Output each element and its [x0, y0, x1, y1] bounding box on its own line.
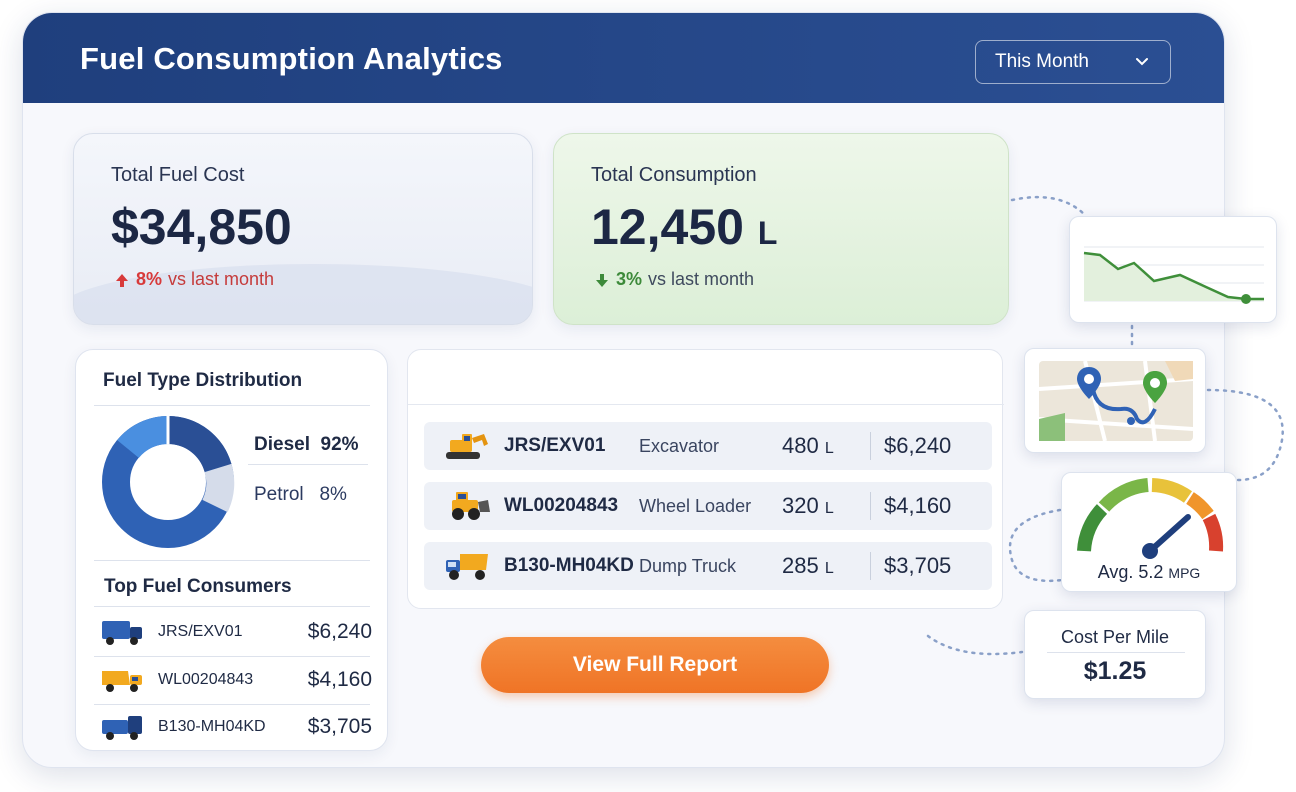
kpi-delta-pct: 8%	[136, 269, 163, 289]
distribution-title: Fuel Type Distribution	[103, 370, 303, 391]
legend-diesel: Diesel 92%	[254, 434, 359, 456]
kpi-delta-text: vs last month	[168, 269, 275, 289]
period-select-value: This Month	[995, 51, 1089, 72]
truck-icon	[102, 716, 142, 740]
trend-line-icon	[1083, 246, 1264, 304]
equipment-qty-unit: L	[824, 560, 834, 577]
equipment-code: WL00204843	[504, 495, 619, 516]
divider	[1047, 652, 1185, 653]
equipment-row[interactable]: JRS/EXV01 Excavator 480 L $6,240	[424, 422, 992, 470]
period-select[interactable]: This Month	[975, 40, 1171, 84]
fuel-type-distribution-card: Fuel Type Distribution Diesel 92% Petrol…	[75, 349, 388, 751]
trend-widget[interactable]	[1069, 216, 1277, 323]
mpg-gauge-widget[interactable]: Avg. 5.2 MPG	[1061, 472, 1237, 592]
consumer-name: JRS/EXV01	[158, 623, 243, 640]
equipment-code: B130-MH04KD	[504, 555, 634, 576]
equipment-qty: 480 L	[782, 433, 834, 459]
page-title: Fuel Consumption Analytics	[80, 41, 503, 76]
total-fuel-cost-card: Total Fuel Cost $34,850 8% vs last month	[73, 133, 533, 325]
gauge-icon	[1077, 478, 1224, 559]
gauge-value: Avg. 5.2	[1097, 562, 1164, 582]
map-route-icon	[1038, 360, 1194, 442]
arrow-up-icon	[116, 273, 128, 287]
divider	[408, 404, 1004, 405]
equipment-cost: $4,160	[884, 493, 952, 518]
kpi-delta: 3% vs last month	[594, 269, 754, 290]
divider	[94, 704, 370, 705]
divider	[870, 492, 871, 520]
equipment-cost: $6,240	[884, 433, 952, 458]
total-consumption-card: Total Consumption 12,450 L 3% vs last mo…	[553, 133, 1009, 325]
divider	[94, 656, 370, 657]
donut-chart	[102, 416, 235, 548]
truck-icon	[102, 621, 142, 645]
equipment-qty-unit: L	[824, 500, 834, 517]
kpi-value-number: 12,450	[591, 199, 744, 255]
equipment-row[interactable]: WL00204843 Wheel Loader 320 L $4,160	[424, 482, 992, 530]
cpm-title: Cost Per Mile	[1060, 627, 1170, 647]
gauge-label: Avg. 5.2 MPG	[1062, 562, 1236, 583]
divider	[94, 560, 370, 561]
equipment-qty-value: 480	[782, 433, 819, 458]
gauge-unit: MPG	[1168, 565, 1201, 581]
cost-per-mile-widget[interactable]: Cost Per Mile $1.25	[1024, 610, 1206, 699]
divider	[94, 405, 370, 406]
view-full-report-button[interactable]: View Full Report	[481, 637, 829, 693]
consumer-cost: $6,240	[307, 620, 372, 643]
legend-diesel-pct: 92%	[320, 434, 359, 455]
divider	[94, 606, 370, 607]
equipment-row[interactable]: B130-MH04KD Dump Truck 285 L $3,705	[424, 542, 992, 590]
top-consumers-title: Top Fuel Consumers	[104, 576, 292, 597]
consumer-name: WL00204843	[158, 671, 254, 688]
equipment-type: Wheel Loader	[639, 495, 752, 516]
consumer-cost: $4,160	[307, 668, 372, 691]
header-bar: Fuel Consumption Analytics This Month	[23, 13, 1224, 103]
legend-diesel-label: Diesel	[254, 434, 310, 455]
consumer-row[interactable]: B130-MH04KD $3,705	[100, 707, 372, 747]
equipment-type: Dump Truck	[639, 555, 737, 576]
equipment-code: JRS/EXV01	[504, 435, 606, 456]
kpi-delta-pct: 3%	[616, 269, 643, 289]
dump-truck-icon	[102, 671, 142, 692]
equipment-qty-unit: L	[824, 440, 834, 457]
equipment-consumption-card: JRS/EXV01 Excavator 480 L $6,240 WL00204…	[407, 349, 1004, 609]
equipment-type: Excavator	[639, 435, 720, 456]
divider	[870, 552, 871, 580]
equipment-qty: 320 L	[782, 493, 834, 519]
equipment-qty: 285 L	[782, 553, 834, 579]
arrow-down-icon	[596, 273, 608, 287]
kpi-label: Total Consumption	[591, 164, 757, 186]
equipment-qty-value: 285	[782, 553, 819, 578]
consumer-name: B130-MH04KD	[158, 718, 266, 735]
kpi-label: Total Fuel Cost	[111, 164, 245, 186]
cpm-value: $1.25	[1083, 657, 1147, 685]
kpi-value: $34,850	[111, 199, 292, 255]
equipment-cost: $3,705	[884, 553, 952, 578]
chevron-down-icon	[1136, 58, 1148, 66]
legend-petrol-pct: 8%	[319, 484, 347, 505]
kpi-delta: 8% vs last month	[114, 269, 274, 290]
legend-petrol: Petrol 8%	[254, 484, 347, 506]
consumer-row[interactable]: JRS/EXV01 $6,240	[100, 612, 372, 652]
dump-truck-icon	[446, 554, 488, 580]
legend-petrol-label: Petrol	[254, 484, 304, 505]
equipment-qty-value: 320	[782, 493, 819, 518]
excavator-icon	[446, 434, 488, 459]
wheel-loader-icon	[452, 492, 490, 520]
kpi-unit: L	[757, 215, 778, 251]
consumer-row[interactable]: WL00204843 $4,160	[100, 660, 372, 700]
kpi-value: 12,450 L	[591, 198, 777, 256]
map-widget[interactable]	[1024, 348, 1206, 453]
divider	[870, 432, 871, 460]
divider	[248, 464, 368, 465]
consumer-cost: $3,705	[307, 715, 372, 738]
kpi-delta-text: vs last month	[648, 269, 755, 289]
